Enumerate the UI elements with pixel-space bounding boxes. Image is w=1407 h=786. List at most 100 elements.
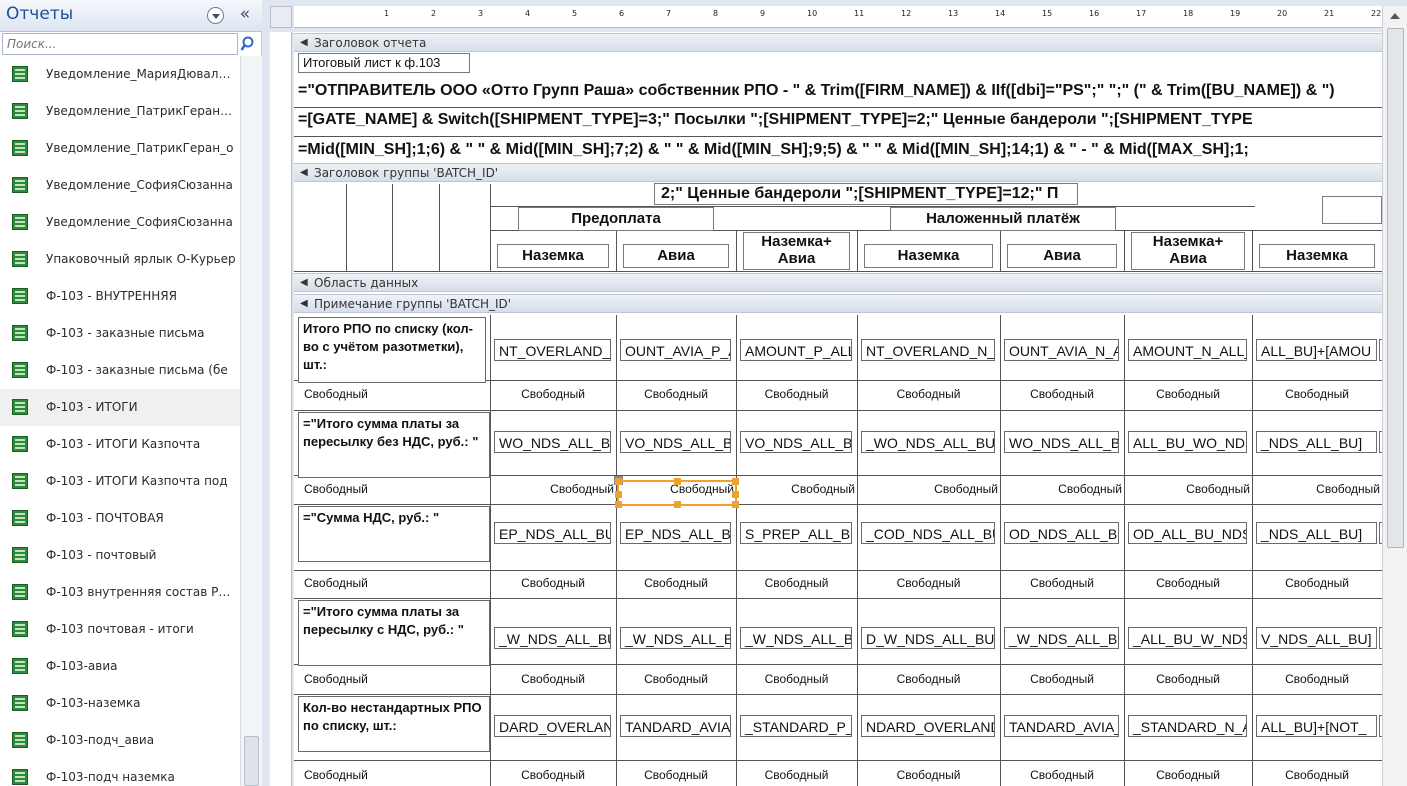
- field-textbox[interactable]: _COD_NDS_ALL_BU]: [861, 522, 995, 544]
- column-header[interactable]: Авиа: [623, 244, 729, 268]
- field-textbox[interactable]: N: [1379, 522, 1382, 544]
- cod-header[interactable]: Наложенный платёж: [890, 207, 1116, 231]
- free-label[interactable]: Свободный: [736, 768, 857, 782]
- field-textbox[interactable]: TANDARD_AVIA_N: [1004, 715, 1119, 737]
- field-textbox[interactable]: OUNT_AVIA_P_AL: [620, 339, 731, 361]
- band-group-footer[interactable]: ◀ Примечание группы 'BATCH_ID': [294, 294, 1382, 313]
- shipment-range-formula[interactable]: =Mid([MIN_SH];1;6) & " " & Mid([MIN_SH];…: [298, 141, 1378, 159]
- free-label[interactable]: Свободный: [1126, 482, 1250, 496]
- row-label-box[interactable]: ="Итого сумма платы за пересылку без НДС…: [298, 412, 490, 478]
- field-textbox[interactable]: WO_NDS_ALL_BU]: [494, 431, 611, 453]
- free-label[interactable]: Свободный: [616, 768, 736, 782]
- free-label[interactable]: Свободный: [1252, 576, 1382, 590]
- free-label[interactable]: Свободный: [616, 387, 736, 401]
- column-header[interactable]: Наземка: [864, 244, 993, 268]
- nav-report-item[interactable]: Ф-103-подч наземка: [0, 759, 240, 786]
- sender-formula[interactable]: ="ОТПРАВИТЕЛЬ ООО «Отто Групп Раша» собс…: [298, 82, 1378, 100]
- free-label[interactable]: Свободный: [1000, 672, 1124, 686]
- free-label[interactable]: Свободный: [736, 576, 857, 590]
- band-detail[interactable]: ◀ Область данных: [294, 273, 1382, 292]
- gate-name-formula[interactable]: =[GATE_NAME] & Switch([SHIPMENT_TYPE]=3;…: [298, 111, 1378, 129]
- free-label[interactable]: Свободный: [304, 576, 368, 590]
- resize-handle[interactable]: [732, 478, 739, 485]
- nav-scrollbar[interactable]: [240, 56, 262, 786]
- field-textbox[interactable]: NT_OVERLAND_P_: [494, 339, 611, 361]
- empty-field[interactable]: [1322, 196, 1382, 224]
- field-textbox[interactable]: ALL_BU]+[NOT_: [1256, 715, 1377, 737]
- nav-dropdown-icon[interactable]: [207, 7, 224, 24]
- nav-report-item[interactable]: Ф-103-авиа: [0, 648, 240, 685]
- free-label[interactable]: Свободный: [1002, 482, 1122, 496]
- nav-report-item[interactable]: Упаковочный ярлык О-Курьер: [0, 241, 240, 278]
- free-label[interactable]: Свободный: [1252, 387, 1382, 401]
- field-textbox[interactable]: WO_NDS_ALL_BU]: [1004, 431, 1119, 453]
- nav-report-item[interactable]: Ф-103-наземка: [0, 685, 240, 722]
- shipment-type-formula-box[interactable]: 2;" Ценные бандероли ";[SHIPMENT_TYPE]=1…: [654, 183, 1078, 205]
- free-label[interactable]: Свободный: [1252, 768, 1382, 782]
- field-textbox[interactable]: S_PREP_ALL_BU]: [740, 522, 852, 544]
- row-label-box[interactable]: Кол-во нестандартных РПО по списку, шт.:: [298, 696, 490, 752]
- resize-handle[interactable]: [615, 501, 622, 508]
- field-textbox[interactable]: OD_NDS_ALL_BU]: [1004, 522, 1119, 544]
- nav-report-item[interactable]: Уведомление_СофияСюзанна: [0, 204, 240, 241]
- field-textbox[interactable]: _W_NDS_ALL_BU]: [740, 627, 852, 649]
- field-textbox[interactable]: AMOUNT_N_ALL_E: [1128, 339, 1247, 361]
- field-textbox[interactable]: L: [1379, 715, 1382, 737]
- column-header[interactable]: Наземка: [1259, 244, 1375, 268]
- nav-report-item[interactable]: Уведомление_ПатрикГеран_ле: [0, 93, 240, 130]
- nav-report-item[interactable]: Ф-103 - ИТОГИ: [0, 389, 240, 426]
- field-textbox[interactable]: NDARD_OVERLAND_: [861, 715, 995, 737]
- free-label[interactable]: Свободный: [1124, 387, 1252, 401]
- field-textbox[interactable]: ALL_BU_WO_NDS]: [1128, 431, 1247, 453]
- nav-report-item[interactable]: Ф-103 - ВНУТРЕННЯЯ: [0, 278, 240, 315]
- nav-report-item[interactable]: Ф-103 - заказные письма: [0, 315, 240, 352]
- free-label[interactable]: Свободный: [1254, 482, 1380, 496]
- free-label[interactable]: Свободный: [490, 387, 616, 401]
- nav-report-item[interactable]: Уведомление_СофияСюзанна: [0, 167, 240, 204]
- free-label[interactable]: Свободный: [490, 768, 616, 782]
- report-selector[interactable]: [270, 6, 292, 28]
- column-header[interactable]: Наземка+ Авиа: [1131, 232, 1245, 270]
- row-label-box[interactable]: Итого РПО по списку (кол-во с учётом раз…: [298, 317, 486, 383]
- nav-report-item[interactable]: Ф-103 внутренняя состав РПО: [0, 574, 240, 611]
- field-textbox[interactable]: NT_OVERLAND_N_A: [861, 339, 995, 361]
- free-label[interactable]: Свободный: [857, 576, 1000, 590]
- free-label[interactable]: Свободный: [857, 387, 1000, 401]
- nav-report-item[interactable]: Ф-103 - ПОЧТОВАЯ: [0, 500, 240, 537]
- resize-handle[interactable]: [615, 478, 622, 485]
- field-textbox[interactable]: _W_NDS_ALL_BU]: [1004, 627, 1119, 649]
- field-textbox[interactable]: N: [1379, 431, 1382, 453]
- vertical-scrollbar[interactable]: [1382, 6, 1407, 786]
- field-textbox[interactable]: TANDARD_AVIA_P: [620, 715, 731, 737]
- field-textbox[interactable]: _STANDARD_P_AI: [740, 715, 852, 737]
- free-label[interactable]: Свободный: [490, 672, 616, 686]
- nav-scrollbar-thumb[interactable]: [244, 736, 259, 786]
- free-label[interactable]: Свободный: [857, 768, 1000, 782]
- scroll-up-icon[interactable]: [1387, 8, 1403, 24]
- horizontal-ruler[interactable]: 1 2 3 4 5 6 7 8 9 10 11 12 13 14 15 16 17 18 19 20 21 22: [294, 6, 1382, 28]
- column-header[interactable]: Наземка: [497, 244, 609, 268]
- nav-report-item[interactable]: Ф-103 - заказные письма (бе: [0, 352, 240, 389]
- nav-title[interactable]: Отчеты: [6, 4, 73, 24]
- free-label[interactable]: Свободный: [1000, 387, 1124, 401]
- nav-report-item[interactable]: Ф-103 - ИТОГИ Казпочта под: [0, 463, 240, 500]
- field-textbox[interactable]: L: [1379, 339, 1382, 361]
- nav-report-item[interactable]: Ф-103 - почтовый: [0, 537, 240, 574]
- free-label[interactable]: Свободный: [1124, 768, 1252, 782]
- prepay-header[interactable]: Предоплата: [518, 207, 714, 231]
- search-input[interactable]: [2, 33, 238, 55]
- free-label[interactable]: Свободный: [304, 672, 368, 686]
- row-label-box[interactable]: ="Сумма НДС, руб.: ": [298, 506, 490, 562]
- free-label[interactable]: Свободный: [1252, 672, 1382, 686]
- nav-report-item[interactable]: Ф-103 - ИТОГИ Казпочта: [0, 426, 240, 463]
- field-textbox[interactable]: _STANDARD_N_AI: [1128, 715, 1247, 737]
- column-header[interactable]: Авиа: [1007, 244, 1117, 268]
- field-textbox[interactable]: _W_NDS_ALL_BU]: [620, 627, 731, 649]
- field-textbox[interactable]: _WO_NDS_ALL_BU]: [861, 431, 995, 453]
- nav-report-item[interactable]: Уведомление_ПатрикГеран_о: [0, 130, 240, 167]
- collapse-pane-icon[interactable]: «: [236, 4, 254, 24]
- free-label[interactable]: Свободный: [736, 672, 857, 686]
- free-label[interactable]: Свободный: [1124, 576, 1252, 590]
- field-textbox[interactable]: D_W_NDS_ALL_BU]: [861, 627, 995, 649]
- field-textbox[interactable]: _W_NDS_ALL_BU]: [494, 627, 611, 649]
